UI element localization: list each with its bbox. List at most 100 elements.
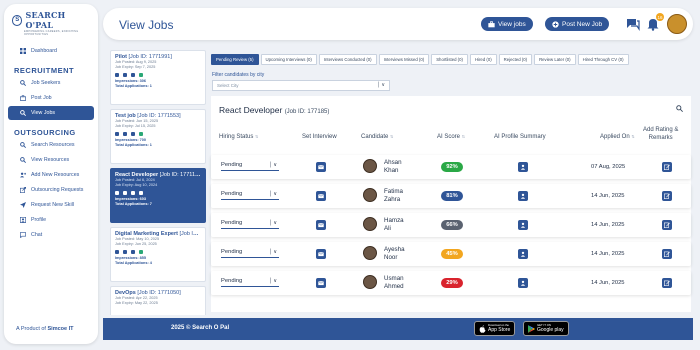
tab-hired[interactable]: Hired (0) (469, 54, 497, 65)
copy-icon[interactable] (131, 132, 135, 136)
chevron-down-icon: │ ∨ (268, 278, 277, 284)
refresh-icon[interactable] (139, 73, 143, 77)
tab-upcoming-interviews[interactable]: Upcoming Interviews (0) (260, 54, 317, 65)
sidebar: S SEARCH O'PAL EMPOWERING CAREERS, ENRIC… (4, 4, 98, 344)
profile-summary-button[interactable] (518, 249, 528, 259)
tab-review-later[interactable]: Review Later (0) (534, 54, 576, 65)
city-select[interactable]: Select City │ ∨ (212, 80, 390, 91)
column-header-applied[interactable]: Applied On ⇅ (600, 134, 635, 140)
hiring-status-select[interactable]: Pending │ ∨ (221, 162, 279, 171)
avatar (363, 188, 377, 202)
rating-remarks-button[interactable] (662, 191, 672, 201)
applied-date: 14 Jun, 2025 (591, 222, 625, 228)
profile-summary-button[interactable] (518, 278, 528, 288)
hiring-status-select[interactable]: Pending │ ∨ (221, 249, 279, 258)
app-store-label: App Store (488, 327, 511, 333)
column-header-candidate[interactable]: Candidate ⇅ (361, 134, 393, 140)
sidebar-item-outsourcing-requests[interactable]: Outsourcing Requests (8, 183, 94, 197)
sidebar-item-view-resources[interactable]: View Resources (8, 153, 94, 167)
rating-remarks-button[interactable] (662, 220, 672, 230)
chat-icon[interactable] (626, 17, 640, 31)
edit-icon[interactable] (123, 132, 127, 136)
product-credit-company: Simcoe IT (47, 326, 74, 332)
sidebar-item-job-seekers[interactable]: Job Seekers (8, 76, 94, 90)
edit-icon[interactable] (123, 250, 127, 254)
candidate-name[interactable]: Usman Ahmed (384, 275, 424, 291)
logo-mark-icon: S (12, 14, 23, 26)
notification-badge: 16 (656, 13, 664, 21)
job-card[interactable]: Digital Marketing Expert [Job ID: 177106… (110, 227, 206, 282)
google-play-button[interactable]: GET IT ON Google play (523, 321, 569, 336)
sidebar-item-request-new-skill[interactable]: Request New Skill (8, 198, 94, 212)
sidebar-item-add-new-resources[interactable]: Add New Resources (8, 168, 94, 182)
list-icon[interactable] (115, 73, 119, 77)
sidebar-item-profile[interactable]: Profile (8, 213, 94, 227)
set-interview-button[interactable] (316, 220, 326, 230)
edit-icon[interactable] (123, 191, 127, 195)
list-icon[interactable] (115, 132, 119, 136)
hiring-status-select[interactable]: Pending │ ∨ (221, 278, 279, 287)
sidebar-item-dashboard[interactable]: Dashboard (8, 44, 94, 58)
tab-rejected[interactable]: Rejected (0) (498, 54, 533, 65)
column-label: Applied On (600, 134, 630, 140)
set-interview-button[interactable] (316, 191, 326, 201)
logo[interactable]: S SEARCH O'PAL (4, 4, 98, 30)
profile-summary-button[interactable] (518, 162, 528, 172)
tab-interviews-missed[interactable]: Interviews Missed (0) (378, 54, 430, 65)
view-jobs-button[interactable]: View jobs (481, 17, 533, 31)
hiring-status-select[interactable]: Pending │ ∨ (221, 220, 279, 229)
footer-copyright: 2025 © Search O Pal (171, 325, 230, 331)
job-card[interactable]: Test job [Job ID: 1771553] Job Posted: J… (110, 109, 206, 164)
post-new-job-button[interactable]: Post New Job (545, 17, 610, 31)
column-header-score[interactable]: AI Score ⇅ (437, 134, 465, 140)
user-icon (520, 193, 526, 199)
job-applications: Total Applications: 1 (115, 143, 152, 147)
tab-shortlisted[interactable]: Shortlisted (0) (431, 54, 468, 65)
table-row: Pending │ ∨ Ahsan Khan 92% 07 Aug, 2025 (211, 155, 691, 179)
refresh-icon[interactable] (139, 250, 143, 254)
rating-remarks-button[interactable] (662, 278, 672, 288)
list-icon[interactable] (115, 191, 119, 195)
sidebar-item-post-job[interactable]: Post Job (8, 91, 94, 105)
job-actions (115, 191, 201, 195)
logo-tagline: EMPOWERING CAREERS, ENRICHING OPPORTUNIT… (24, 30, 79, 36)
sidebar-item-label: Post Job (31, 95, 52, 101)
list-icon[interactable] (115, 250, 119, 254)
job-card[interactable]: Pilot [Job ID: 1771991] Job Posted: Aug … (110, 50, 206, 105)
sidebar-item-chat[interactable]: Chat (8, 228, 94, 242)
search-icon[interactable] (676, 105, 683, 112)
refresh-icon[interactable] (139, 191, 143, 195)
profile-summary-button[interactable] (518, 191, 528, 201)
candidate-first-name: Ayesha (384, 246, 405, 253)
candidate-name[interactable]: Hamza Ali (384, 217, 424, 233)
set-interview-button[interactable] (316, 278, 326, 288)
app-store-button[interactable]: Download on the App Store (474, 321, 516, 336)
sidebar-item-view-jobs[interactable]: View Jobs (8, 106, 94, 120)
copy-icon[interactable] (131, 73, 135, 77)
copy-icon[interactable] (131, 250, 135, 254)
candidate-name[interactable]: Ayesha Noor (384, 246, 424, 262)
panel-title: React Developer (Job ID: 177185) (219, 105, 329, 115)
tab-pending-review[interactable]: Pending Review (5) (211, 54, 259, 65)
candidate-name[interactable]: Fatima Zahra (384, 188, 424, 204)
sidebar-item-search-resources[interactable]: Search Resources (8, 138, 94, 152)
column-header-status[interactable]: Hiring Status ⇅ (219, 134, 258, 140)
set-interview-button[interactable] (316, 162, 326, 172)
tab-hired-through-cv[interactable]: Hired Through CV (0) (577, 54, 629, 65)
user-avatar[interactable] (667, 14, 687, 34)
set-interview-button[interactable] (316, 249, 326, 259)
tab-interviews-conducted[interactable]: Interviews Conducted (0) (318, 54, 377, 65)
rating-remarks-button[interactable] (662, 249, 672, 259)
refresh-icon[interactable] (139, 132, 143, 136)
user-icon (520, 251, 526, 257)
column-label: Candidate (361, 134, 389, 140)
hiring-status-select[interactable]: Pending │ ∨ (221, 191, 279, 200)
profile-summary-button[interactable] (518, 220, 528, 230)
job-card[interactable]: DevOps [Job ID: 1771050] Job Posted: Apr… (110, 286, 206, 315)
edit-icon[interactable] (123, 73, 127, 77)
job-card-selected[interactable]: React Developer [Job ID: 1771185] Job Po… (110, 168, 206, 223)
candidate-name[interactable]: Ahsan Khan (384, 159, 424, 175)
copy-icon[interactable] (131, 191, 135, 195)
google-play-label: Google play (537, 327, 564, 333)
rating-remarks-button[interactable] (662, 162, 672, 172)
